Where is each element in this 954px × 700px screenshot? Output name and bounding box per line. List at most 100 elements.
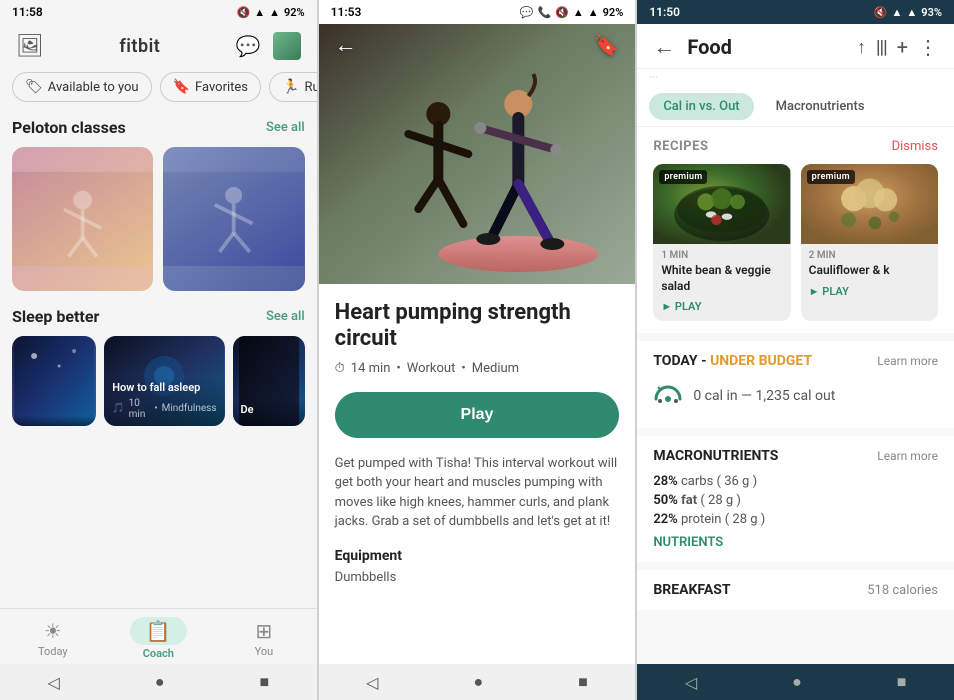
recents-android-p1[interactable]: ■ [259, 672, 269, 692]
scroll-hint: ··· [637, 69, 954, 87]
tab-macronutrients[interactable]: Macronutrients [762, 93, 879, 120]
recents-android-p3[interactable]: ■ [897, 672, 907, 692]
today-title: TODAY - UNDER BUDGET [653, 353, 812, 369]
recipes-header: RECIPES Dismiss [653, 139, 938, 154]
back-android-p1[interactable]: ◁ [48, 673, 60, 692]
message-icon[interactable]: 💬 [236, 34, 261, 58]
mute-icon-p3: 🔇 [874, 6, 888, 19]
nutrients-link[interactable]: NUTRIENTS [653, 535, 938, 550]
recipe-1-play[interactable]: ► PLAY [661, 300, 782, 313]
bookmark-button-p2[interactable]: 🔖 [594, 33, 619, 57]
sleep-see-all[interactable]: See all [266, 309, 305, 324]
recipe-2-img-wrapper: premium [801, 164, 938, 244]
sleep-card-1[interactable] [12, 336, 96, 426]
whatsapp-icon: 💬 [520, 6, 534, 19]
battery-p2: 92% [603, 6, 624, 19]
sleep-thumb-1 [12, 336, 96, 426]
peloton-see-all[interactable]: See all [266, 120, 305, 135]
recipe-card-2[interactable]: premium 2 MIN Cauliflower & k ► PLAY [801, 164, 938, 321]
workout-header-bar: ← 🔖 [319, 24, 636, 66]
nav-today-label: Today [38, 645, 68, 658]
sleep-card-2-meta: 🎵 10 min • Mindfulness [112, 398, 216, 420]
food-header-actions: ↑ ||| + ⋮ [857, 35, 938, 59]
food-content: RECIPES Dismiss [637, 127, 954, 664]
sleep-card-2[interactable]: How to fall asleep 🎵 10 min • Mindfulnes… [104, 336, 224, 426]
equipment-label: Equipment [335, 548, 620, 564]
budget-status: UNDER BUDGET [710, 353, 812, 369]
play-button[interactable]: Play [335, 392, 620, 438]
bookmark-icon: 🔖 [173, 79, 190, 95]
nav-you[interactable]: ⊞ You [211, 619, 317, 658]
breakfast-section[interactable]: BREAKFAST 518 calories [637, 570, 954, 610]
recipe-2-time: 2 MIN [809, 250, 930, 261]
nav-coach[interactable]: 📋 Coach [106, 617, 212, 660]
macro-learn-more[interactable]: Learn more [877, 449, 938, 463]
carbs-label: carbs [681, 474, 713, 489]
recents-android-p2[interactable]: ■ [578, 672, 588, 692]
chip-available[interactable]: 🏷 Available to you [12, 72, 152, 102]
more-icon-p3[interactable]: ⋮ [918, 35, 938, 59]
recipe-2-play[interactable]: ► PLAY [809, 285, 930, 298]
recipe-2-premium-badge: premium [807, 170, 855, 184]
you-icon: ⊞ [256, 619, 273, 643]
breakfast-calories: 518 calories [867, 583, 938, 598]
barcode-icon-p3[interactable]: ||| [876, 37, 887, 58]
workout-content: Heart pumping strength circuit ⏱ 14 min … [319, 284, 636, 664]
peloton-card-2[interactable]: Peloton: HIIT ▶ 30 min • W [163, 147, 304, 291]
home-android-p1[interactable]: ● [155, 672, 165, 692]
sleep-card-2-info: How to fall asleep 🎵 10 min • Mindfulnes… [104, 377, 224, 426]
calorie-text: 0 cal in — 1,235 cal out [693, 388, 835, 404]
macro-row-carbs: 28% carbs ( 36 g ) [653, 474, 938, 489]
calorie-row: 0 cal in — 1,235 cal out [653, 379, 938, 412]
signal-icon-p2: ▲ [588, 6, 599, 19]
calorie-icon [653, 379, 683, 412]
workout-description: Get pumped with Tisha! This interval wor… [335, 454, 620, 532]
sleep-card-3-info: De [233, 399, 305, 426]
peloton-card-1[interactable]: Peloton: Yoga Flow with Kirra Michel ▶ 2… [12, 147, 153, 291]
back-android-p3[interactable]: ◁ [685, 673, 697, 692]
hiit-thumbnail [163, 147, 304, 291]
protein-pct: 22% [653, 512, 677, 527]
sleep-card-1-info [12, 416, 96, 426]
signal-icon-p3: ▲ [906, 6, 917, 19]
workout-type: Workout [407, 361, 456, 376]
fat-grams: 28 g [708, 493, 733, 508]
share-icon-p3[interactable]: ↑ [857, 37, 866, 58]
avatar-square[interactable] [273, 32, 301, 60]
time-p3: 11:50 [649, 5, 680, 19]
today-header: TODAY - UNDER BUDGET Learn more [653, 353, 938, 369]
recipe-2-info: 2 MIN Cauliflower & k ► PLAY [801, 244, 938, 306]
back-android-p2[interactable]: ◁ [366, 673, 378, 692]
chip-running[interactable]: 🏃 Running [269, 72, 317, 102]
android-nav-p1: ◁ ● ■ [0, 664, 317, 700]
mute-icon: 🔇 [237, 6, 251, 19]
wifi-icon: ▲ [254, 6, 265, 19]
today-section: TODAY - UNDER BUDGET Learn more 0 [637, 341, 954, 428]
add-icon-p3[interactable]: + [897, 35, 908, 59]
sleep-card-3[interactable]: De [233, 336, 305, 426]
today-learn-more[interactable]: Learn more [877, 354, 938, 368]
dismiss-button[interactable]: Dismiss [892, 139, 938, 154]
today-icon: ☀ [44, 619, 62, 643]
recipe-1-premium-badge: premium [659, 170, 707, 184]
nav-coach-bg: 📋 [130, 617, 187, 645]
back-button-p2[interactable]: ← [335, 32, 357, 58]
recipe-2-name: Cauliflower & k [809, 263, 930, 279]
chip-favorites[interactable]: 🔖 Favorites [160, 72, 261, 102]
peloton-section-header: Peloton classes See all [12, 118, 305, 137]
carbs-grams: 36 g [724, 474, 749, 489]
fitbit-logo: fitbit [119, 36, 160, 57]
profile-icon[interactable]: 🖼 [16, 34, 44, 59]
back-button-p3[interactable]: ← [653, 34, 675, 60]
yoga-svg [12, 147, 153, 291]
phone-icon: 📞 [537, 6, 551, 19]
nav-today[interactable]: ☀ Today [0, 619, 106, 658]
recipe-card-1[interactable]: premium 1 MIN White bean & veggie salad … [653, 164, 790, 321]
home-android-p3[interactable]: ● [792, 672, 802, 692]
peloton-title: Peloton classes [12, 118, 126, 137]
peloton-cards: Peloton: Yoga Flow with Kirra Michel ▶ 2… [12, 147, 305, 291]
tab-cal-in-out[interactable]: Cal in vs. Out [649, 93, 753, 120]
status-bar-p2: 11:53 💬 📞 🔇 ▲ ▲ 92% [319, 0, 636, 24]
calorie-gauge-icon [653, 379, 683, 405]
home-android-p2[interactable]: ● [473, 672, 483, 692]
